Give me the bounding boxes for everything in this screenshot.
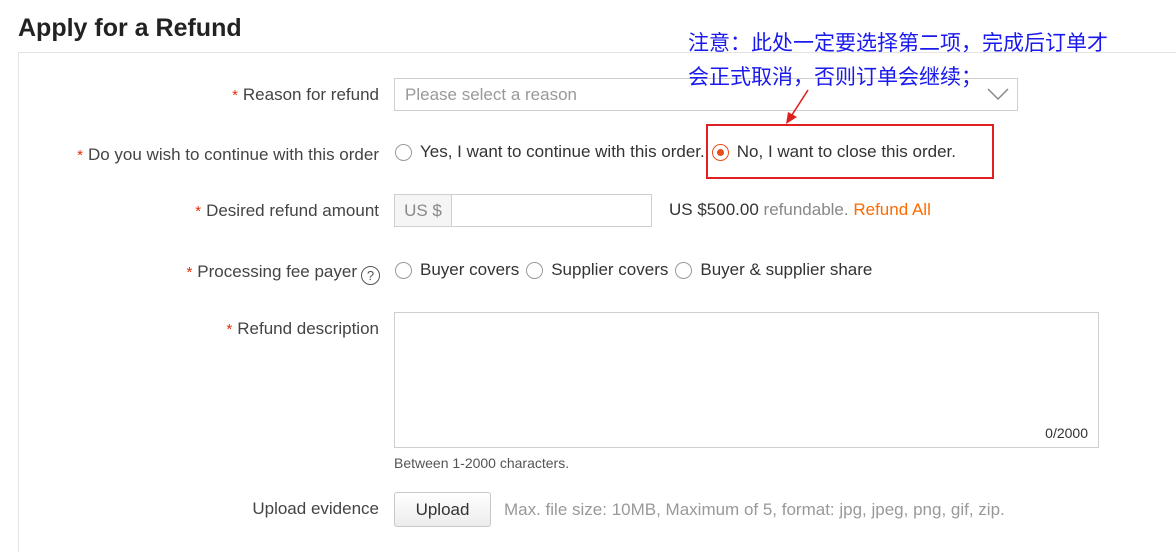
refundable-info: US $500.00 refundable. Refund All — [669, 200, 931, 219]
help-icon[interactable]: ? — [361, 266, 380, 285]
radio-continue-yes-label[interactable]: Yes, I want to continue with this order. — [420, 142, 705, 162]
annotation-arrow-icon — [786, 89, 809, 124]
description-label: * Refund description — [226, 319, 379, 338]
required-mark: * — [232, 87, 238, 104]
radio-buyer-covers-label[interactable]: Buyer covers — [420, 260, 519, 280]
required-mark: * — [77, 147, 83, 164]
upload-hint: Max. file size: 10MB, Maximum of 5, form… — [504, 500, 1005, 519]
annotation-highlight-box — [706, 124, 994, 179]
radio-buyer-covers[interactable] — [395, 261, 412, 279]
character-counter: 0/2000 — [1045, 425, 1088, 441]
page-title: Apply for a Refund — [18, 14, 242, 42]
radio-share-label[interactable]: Buyer & supplier share — [700, 260, 872, 280]
required-mark: * — [195, 203, 202, 220]
radio-continue-yes[interactable] — [395, 143, 412, 161]
refund-all-link[interactable]: Refund All — [853, 200, 931, 219]
refund-amount-input[interactable] — [451, 194, 652, 227]
continue-order-label: * Do you wish to continue with this order — [77, 145, 379, 164]
radio-share[interactable] — [675, 261, 693, 279]
description-textarea[interactable]: 0/2000 — [394, 312, 1099, 448]
upload-label: Upload evidence — [252, 499, 379, 518]
required-mark: * — [226, 321, 233, 338]
reason-placeholder: Please select a reason — [405, 85, 577, 104]
radio-supplier-covers[interactable] — [526, 261, 544, 279]
form-panel — [18, 52, 1176, 552]
reason-label: * Reason for refund — [232, 85, 379, 104]
radio-supplier-covers-label[interactable]: Supplier covers — [551, 260, 668, 280]
required-mark: * — [186, 264, 193, 281]
fee-payer-options: Buyer covers Supplier covers Buyer & sup… — [395, 260, 879, 280]
currency-prefix: US $ — [394, 194, 452, 227]
amount-label: * Desired refund amount — [195, 201, 379, 220]
upload-button[interactable]: Upload — [394, 492, 491, 527]
annotation-note: 注意：此处一定要选择第二项，完成后订单才 会正式取消，否则订单会继续； — [688, 31, 1108, 89]
description-hint: Between 1-2000 characters. — [394, 455, 570, 471]
fee-payer-label: * Processing fee payer? — [186, 262, 380, 285]
